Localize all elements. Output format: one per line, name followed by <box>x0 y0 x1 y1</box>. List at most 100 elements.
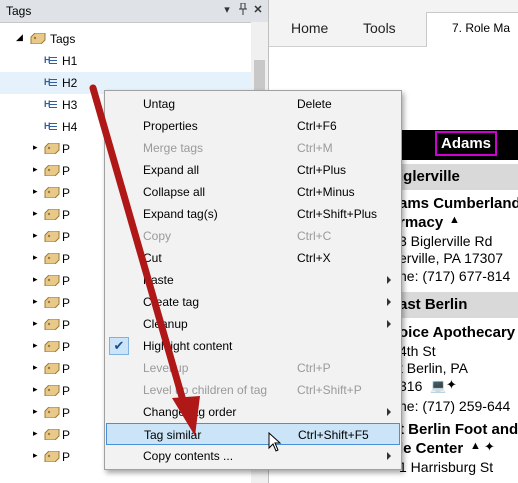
collapse-arrow-icon[interactable]: ◢ <box>16 32 23 43</box>
menu-item-cut[interactable]: Cut Ctrl+X <box>106 247 400 269</box>
expand-arrow-icon[interactable]: ▸ <box>33 318 38 329</box>
tag-icon <box>44 143 60 154</box>
tag-icon <box>44 231 60 242</box>
expand-arrow-icon[interactable]: ▸ <box>33 230 38 241</box>
doc-line: ams Cumberland <box>399 195 518 212</box>
menu-item-shortcut: Ctrl+Shift+Plus <box>297 207 378 221</box>
expand-arrow-icon[interactable]: ▸ <box>33 142 38 153</box>
menu-item-label: Expand tag(s) <box>143 207 218 221</box>
tree-label-h3: H3 <box>62 98 78 112</box>
doc-line: t Berlin Foot and <box>399 421 518 438</box>
tree-row-h1[interactable]: H H1 <box>0 50 252 72</box>
laptop-icon: 💻 <box>430 378 447 393</box>
tag-icon <box>44 341 60 352</box>
doc-line: erville, PA 17307 <box>399 250 504 266</box>
tree-label-root: Tags <box>50 32 76 46</box>
heading-icon: H <box>44 99 57 110</box>
menu-item-label: Merge tags <box>143 141 204 155</box>
menu-item-level-up-children-of-tag[interactable]: Level up children of tag Ctrl+Shift+P <box>106 379 400 401</box>
menu-item-label: Copy contents ... <box>143 449 234 463</box>
doc-line: ne: (717) 259-644 <box>399 398 511 414</box>
document-tab-label: 7. Role Ma <box>452 21 511 35</box>
tag-icon <box>44 363 60 374</box>
triangle-icon: ▲ <box>449 214 460 226</box>
menu-item-expand-tag-s[interactable]: Expand tag(s) Ctrl+Shift+Plus <box>106 203 400 225</box>
menu-item-shortcut: Ctrl+Shift+P <box>297 383 362 397</box>
submenu-arrow-icon <box>387 408 391 416</box>
triangle-icon: ▲ <box>470 440 481 452</box>
adams-heading[interactable]: Adams <box>435 131 498 156</box>
tree-label-p: P <box>62 450 71 464</box>
context-menu: Untag Delete Properties Ctrl+F6 Merge tags Ct… <box>104 90 402 470</box>
heading-icon: H <box>44 121 57 132</box>
menu-item-shortcut: Ctrl+F6 <box>297 119 337 133</box>
tree-label-p: P <box>62 274 71 288</box>
menu-item-shortcut: Ctrl+Plus <box>297 163 347 177</box>
doc-line: le Center <box>399 440 464 457</box>
menu-item-untag[interactable]: Untag Delete <box>106 93 400 115</box>
tree-label-h1: H1 <box>62 54 78 68</box>
tag-icon <box>44 319 60 330</box>
expand-arrow-icon[interactable]: ▸ <box>33 384 38 395</box>
close-icon[interactable]: ✕ <box>251 3 265 17</box>
doc-line: 3 Biglerville Rd <box>399 233 493 249</box>
menu-item-label: Highlight content <box>143 339 233 353</box>
expand-arrow-icon[interactable]: ▸ <box>33 340 38 351</box>
tree-label-p: P <box>62 428 71 442</box>
expand-arrow-icon[interactable]: ▸ <box>33 186 38 197</box>
tree-label-p: P <box>62 230 71 244</box>
sparkle-icon: ✦ <box>484 439 495 454</box>
doc-line: 4th St <box>399 343 436 359</box>
menu-item-label: Change tag order <box>143 405 237 419</box>
menu-item-copy[interactable]: Copy Ctrl+C <box>106 225 400 247</box>
menu-item-highlight-content[interactable]: ✔ Highlight content <box>106 335 400 357</box>
submenu-arrow-icon <box>387 276 391 284</box>
submenu-arrow-icon <box>387 298 391 306</box>
checkmark-icon: ✔ <box>109 337 129 355</box>
doc-line: oice Apothecary <box>399 324 516 341</box>
expand-arrow-icon[interactable]: ▸ <box>33 428 38 439</box>
expand-arrow-icon[interactable]: ▸ <box>33 274 38 285</box>
tab-home[interactable]: Home <box>291 20 328 36</box>
menu-item-level-up[interactable]: Level up Ctrl+P <box>106 357 400 379</box>
menu-item-merge-tags[interactable]: Merge tags Ctrl+M <box>106 137 400 159</box>
menu-item-expand-all[interactable]: Expand all Ctrl+Plus <box>106 159 400 181</box>
menu-item-cleanup[interactable]: Cleanup <box>106 313 400 335</box>
menu-item-label: Paste <box>143 273 174 287</box>
menu-item-shortcut: Ctrl+M <box>297 141 333 155</box>
panel-menu-dropdown-icon[interactable]: ▾ <box>220 3 234 17</box>
tree-row-root[interactable]: ◢ Tags <box>0 28 252 50</box>
expand-arrow-icon[interactable]: ▸ <box>33 208 38 219</box>
menu-item-collapse-all[interactable]: Collapse all Ctrl+Minus <box>106 181 400 203</box>
tag-icon <box>44 275 60 286</box>
tree-label-p: P <box>62 252 71 266</box>
heading-icon: H <box>44 55 57 66</box>
expand-arrow-icon[interactable]: ▸ <box>33 296 38 307</box>
sparkle-icon: ✦ <box>446 377 457 392</box>
menu-item-properties[interactable]: Properties Ctrl+F6 <box>106 115 400 137</box>
expand-arrow-icon[interactable]: ▸ <box>33 252 38 263</box>
tag-icon <box>44 165 60 176</box>
doc-line: 1 Harrisburg St <box>399 459 494 475</box>
expand-arrow-icon[interactable]: ▸ <box>33 406 38 417</box>
menu-item-label: Level up children of tag <box>143 383 268 397</box>
menu-item-copy-contents[interactable]: Copy contents ... <box>106 445 400 467</box>
tab-tools[interactable]: Tools <box>363 20 396 36</box>
expand-arrow-icon[interactable]: ▸ <box>33 362 38 373</box>
menu-item-paste[interactable]: Paste <box>106 269 400 291</box>
menu-item-change-tag-order[interactable]: Change tag order <box>106 401 400 423</box>
tags-panel-title: Tags <box>6 4 32 18</box>
doc-line: 316 <box>399 378 423 394</box>
menu-item-label: Expand all <box>143 163 200 177</box>
expand-arrow-icon[interactable]: ▸ <box>33 164 38 175</box>
menu-item-tag-similar[interactable]: Tag similar Ctrl+Shift+F5 <box>106 423 400 445</box>
tree-label-h4: H4 <box>62 120 78 134</box>
tree-label-h2: H2 <box>62 76 78 90</box>
pin-icon[interactable] <box>236 2 250 17</box>
menu-item-create-tag[interactable]: Create tag <box>106 291 400 313</box>
expand-arrow-icon[interactable]: ▸ <box>33 450 38 461</box>
tree-label-p: P <box>62 318 71 332</box>
doc-line: rmacy <box>399 214 444 231</box>
submenu-arrow-icon <box>387 320 391 328</box>
menu-item-label: Properties <box>143 119 198 133</box>
